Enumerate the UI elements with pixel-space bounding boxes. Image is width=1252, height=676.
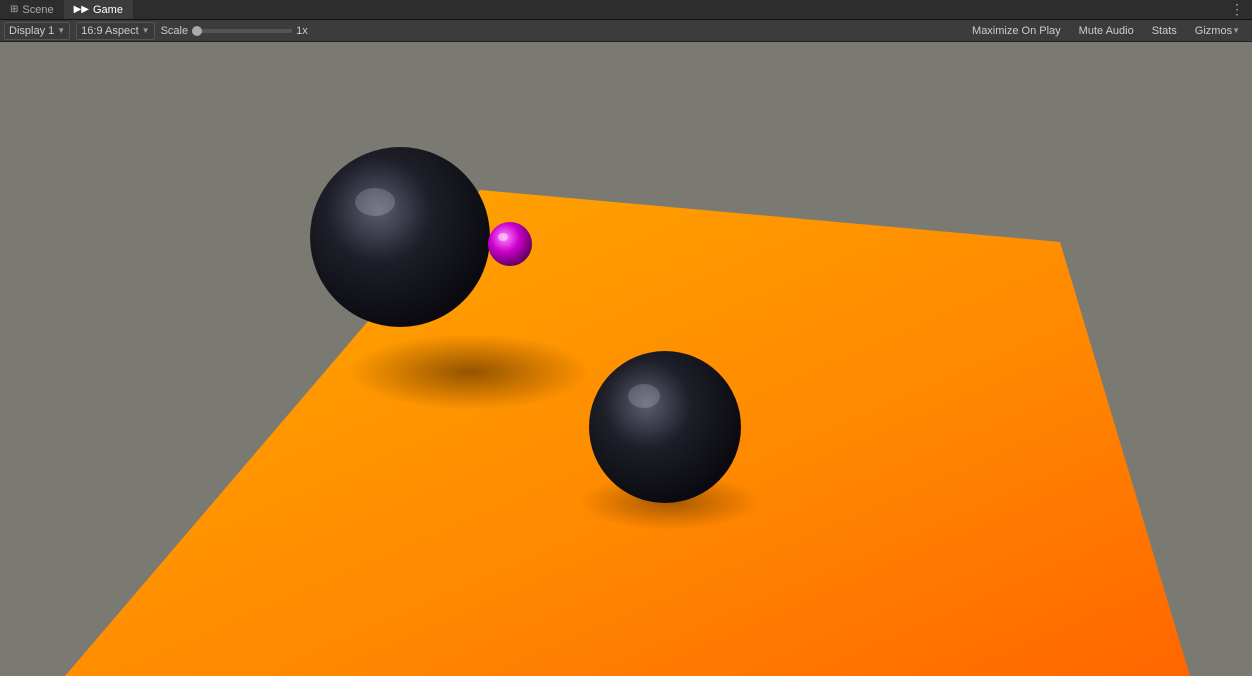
gizmos-label: Gizmos [1195,25,1232,37]
aspect-dropdown-arrow: ▼ [142,26,150,35]
game-icon: ▶▶ [74,4,89,15]
sphere-large-highlight [355,188,395,216]
tab-more-button[interactable]: ⋮ [1222,1,1252,18]
scale-slider-thumb [192,26,202,36]
mute-audio-button[interactable]: Mute Audio [1071,22,1142,40]
maximize-on-play-button[interactable]: Maximize On Play [964,22,1069,40]
scene-canvas [0,42,1252,676]
stats-button[interactable]: Stats [1144,22,1185,40]
scene-svg [0,42,1252,676]
sphere-large [310,147,490,327]
aspect-dropdown[interactable]: 16:9 Aspect ▼ [76,22,154,40]
mute-audio-label: Mute Audio [1079,25,1134,37]
tab-scene[interactable]: ⊞ Scene [0,0,64,19]
display-label: Display 1 [9,25,54,37]
tab-bar: ⊞ Scene ▶▶ Game ⋮ [0,0,1252,20]
sphere-small [488,222,532,266]
gizmos-dropdown[interactable]: Gizmos ▼ [1187,22,1248,40]
toolbar: Display 1 ▼ 16:9 Aspect ▼ Scale 1x Maxim… [0,20,1252,42]
tab-game[interactable]: ▶▶ Game [64,0,133,19]
display-dropdown-arrow: ▼ [57,26,65,35]
toolbar-right: Maximize On Play Mute Audio Stats Gizmos… [964,22,1248,40]
scale-label: Scale [161,25,189,37]
game-viewport [0,42,1252,676]
tab-game-label: Game [93,4,123,16]
scale-section: Scale 1x [161,25,308,37]
sphere-small-highlight [498,233,508,241]
stats-label: Stats [1152,25,1177,37]
scale-slider[interactable] [192,29,292,33]
tab-scene-label: Scene [22,4,53,16]
scene-icon: ⊞ [10,4,18,15]
shadow-large-sphere [350,334,590,410]
aspect-label: 16:9 Aspect [81,25,139,37]
display-dropdown[interactable]: Display 1 ▼ [4,22,70,40]
gizmos-arrow: ▼ [1232,26,1240,35]
maximize-label: Maximize On Play [972,25,1061,37]
sphere-medium-highlight [628,384,660,408]
scale-value: 1x [296,25,308,37]
sphere-medium [589,351,741,503]
